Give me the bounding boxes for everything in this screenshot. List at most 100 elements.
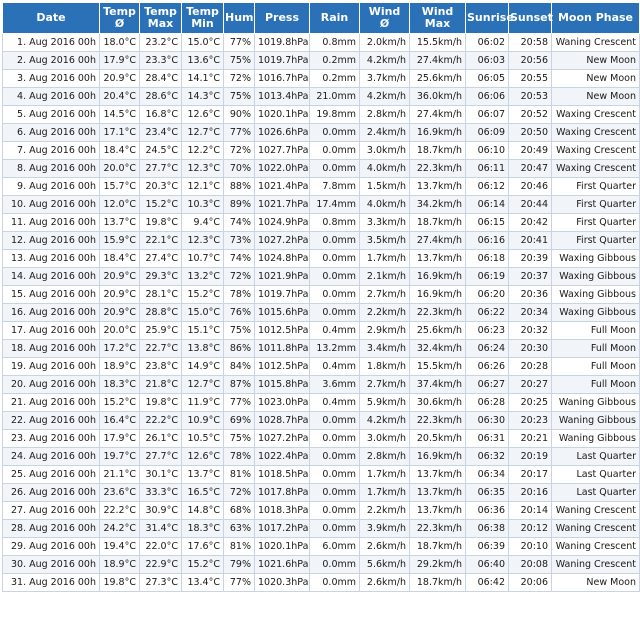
sunset-cell: 20:49 (508, 141, 552, 160)
table-row: 7. Aug 2016 00h 18.4°C 24.5°C 12.2°C 72% 1027… (2, 141, 640, 160)
moon-phase-cell: Full Moon (551, 375, 640, 394)
col-header-wind-max[interactable]: Wind Max (409, 2, 466, 34)
col-header-temp-max[interactable]: Temp Max (139, 2, 182, 34)
table-row: 23. Aug 2016 00h 17.9°C 26.1°C 10.5°C 75% 102… (2, 429, 640, 448)
temp-avg-cell: 19.4°C (99, 537, 140, 556)
temp-max-cell: 19.8°C (139, 213, 182, 232)
table-row: 19. Aug 2016 00h 18.9°C 23.8°C 14.9°C 84% 101… (2, 357, 640, 376)
rain-cell: 0.0mm (309, 159, 360, 178)
moon-phase-cell: Waning Crescent (551, 519, 640, 538)
temp-avg-cell: 21.1°C (99, 465, 140, 484)
table-header: Date Temp Ø Temp Max Temp Min Hum Press Rai… (2, 2, 640, 34)
col-header-moon-phase[interactable]: Moon Phase (551, 2, 640, 34)
temp-max-cell: 27.7°C (139, 447, 182, 466)
table-row: 27. Aug 2016 00h 22.2°C 30.9°C 14.8°C 68% 101… (2, 501, 640, 520)
date-cell: 19. Aug 2016 00h (2, 357, 100, 376)
sunset-cell: 20:52 (508, 105, 552, 124)
sunset-cell: 20:53 (508, 87, 552, 106)
rain-cell: 0.4mm (309, 357, 360, 376)
moon-phase-cell: Waning Gibbous (551, 429, 640, 448)
temp-max-cell: 27.7°C (139, 159, 182, 178)
rain-cell: 0.2mm (309, 51, 360, 70)
moon-phase-cell: Waxing Crescent (551, 105, 640, 124)
sunrise-cell: 06:09 (465, 123, 509, 142)
wind-avg-cell: 1.7km/h (359, 249, 410, 268)
table-row: 5. Aug 2016 00h 14.5°C 16.8°C 12.6°C 90% 1020… (2, 105, 640, 124)
rain-cell: 0.0mm (309, 573, 360, 592)
wind-max-cell: 13.7km/h (409, 501, 466, 520)
pressure-cell: 1021.7hPa (254, 195, 310, 214)
sunrise-cell: 06:07 (465, 105, 509, 124)
moon-phase-cell: Waxing Crescent (551, 123, 640, 142)
col-header-temp-avg[interactable]: Temp Ø (99, 2, 140, 34)
temp-min-cell: 13.2°C (181, 267, 224, 286)
col-header-rain[interactable]: Rain (309, 2, 360, 34)
table-row: 13. Aug 2016 00h 18.4°C 27.4°C 10.7°C 74% 102… (2, 249, 640, 268)
moon-phase-cell: Last Quarter (551, 447, 640, 466)
pressure-cell: 1013.4hPa (254, 87, 310, 106)
wind-avg-cell: 4.2km/h (359, 87, 410, 106)
table-row: 14. Aug 2016 00h 20.9°C 29.3°C 13.2°C 72% 102… (2, 267, 640, 286)
col-header-pressure[interactable]: Press (254, 2, 310, 34)
sunrise-cell: 06:10 (465, 141, 509, 160)
rain-cell: 0.0mm (309, 285, 360, 304)
moon-phase-cell: Waning Crescent (551, 537, 640, 556)
humidity-cell: 72% (223, 267, 255, 286)
wind-max-cell: 37.4km/h (409, 375, 466, 394)
wind-avg-cell: 4.2km/h (359, 51, 410, 70)
humidity-cell: 72% (223, 69, 255, 88)
col-header-temp-min[interactable]: Temp Min (181, 2, 224, 34)
wind-max-cell: 27.4km/h (409, 51, 466, 70)
wind-avg-cell: 4.0km/h (359, 195, 410, 214)
col-header-sunrise[interactable]: Sunrise (465, 2, 514, 34)
rain-cell: 19.8mm (309, 105, 360, 124)
date-cell: 8. Aug 2016 00h (2, 159, 100, 178)
temp-max-cell: 33.3°C (139, 483, 182, 502)
humidity-cell: 77% (223, 33, 255, 52)
temp-min-cell: 10.7°C (181, 249, 224, 268)
col-header-humidity[interactable]: Hum (223, 2, 255, 34)
pressure-cell: 1019.7hPa (254, 51, 310, 70)
moon-phase-cell: New Moon (551, 69, 640, 88)
wind-avg-cell: 2.9km/h (359, 321, 410, 340)
col-header-sunset[interactable]: Sunset (508, 2, 553, 34)
wind-max-cell: 18.7km/h (409, 573, 466, 592)
wind-max-cell: 16.9km/h (409, 267, 466, 286)
moon-phase-cell: Waxing Gibbous (551, 267, 640, 286)
sunset-cell: 20:44 (508, 195, 552, 214)
temp-max-cell: 22.9°C (139, 555, 182, 574)
temp-min-cell: 13.7°C (181, 465, 224, 484)
date-cell: 25. Aug 2016 00h (2, 465, 100, 484)
humidity-cell: 77% (223, 573, 255, 592)
table-row: 31. Aug 2016 00h 19.8°C 27.3°C 13.4°C 77% 102… (2, 573, 640, 592)
date-cell: 12. Aug 2016 00h (2, 231, 100, 250)
temp-min-cell: 14.1°C (181, 69, 224, 88)
wind-max-cell: 16.9km/h (409, 447, 466, 466)
moon-phase-cell: Waning Gibbous (551, 411, 640, 430)
sunset-cell: 20:23 (508, 411, 552, 430)
temp-min-cell: 13.4°C (181, 573, 224, 592)
table-row: 16. Aug 2016 00h 20.9°C 28.8°C 15.0°C 76% 101… (2, 303, 640, 322)
sunset-cell: 20:28 (508, 357, 552, 376)
temp-min-cell: 12.2°C (181, 141, 224, 160)
wind-max-cell: 36.0km/h (409, 87, 466, 106)
rain-cell: 0.2mm (309, 69, 360, 88)
date-cell: 14. Aug 2016 00h (2, 267, 100, 286)
temp-max-cell: 22.0°C (139, 537, 182, 556)
col-header-date[interactable]: Date (2, 2, 100, 34)
humidity-cell: 72% (223, 483, 255, 502)
temp-min-cell: 12.7°C (181, 375, 224, 394)
temp-max-cell: 20.3°C (139, 177, 182, 196)
temp-min-cell: 12.1°C (181, 177, 224, 196)
date-cell: 21. Aug 2016 00h (2, 393, 100, 412)
sunrise-cell: 06:36 (465, 501, 509, 520)
pressure-cell: 1018.5hPa (254, 465, 310, 484)
col-header-wind-avg[interactable]: Wind Ø (359, 2, 410, 34)
sunrise-cell: 06:18 (465, 249, 509, 268)
rain-cell: 7.8mm (309, 177, 360, 196)
table-row: 6. Aug 2016 00h 17.1°C 23.4°C 12.7°C 77% 1026… (2, 123, 640, 142)
sunrise-cell: 06:24 (465, 339, 509, 358)
pressure-cell: 1021.6hPa (254, 555, 310, 574)
humidity-cell: 74% (223, 249, 255, 268)
temp-min-cell: 10.5°C (181, 429, 224, 448)
